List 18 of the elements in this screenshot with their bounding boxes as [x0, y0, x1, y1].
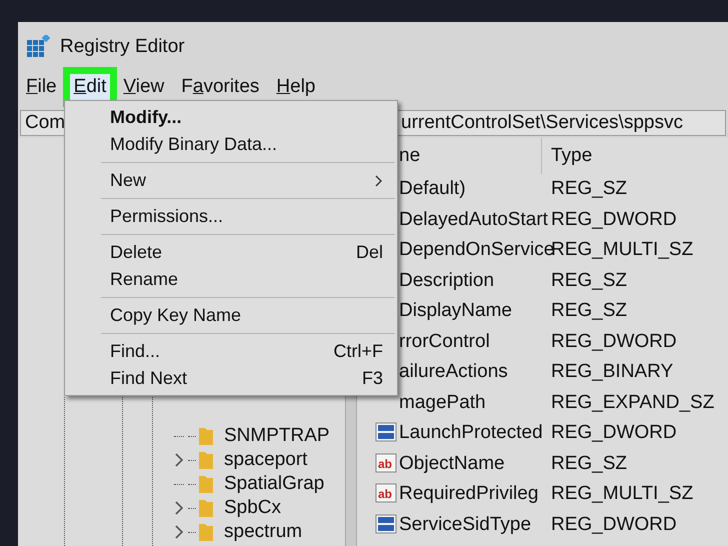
value-type: REG_SZ — [550, 299, 628, 323]
shortcut-text: Ctrl+F — [334, 340, 383, 363]
value-type: REG_SZ — [550, 268, 628, 292]
window-title: Registry Editor — [60, 34, 185, 59]
value-type: REG_BINARY — [550, 360, 674, 384]
value-type: REG_MULTI_SZ — [550, 482, 694, 506]
value-type: REG_DWORD — [550, 330, 677, 354]
value-type: REG_SZ — [550, 452, 628, 476]
address-text: Com — [25, 112, 66, 133]
value-type: REG_DWORD — [550, 512, 677, 536]
value-type: REG_EXPAND_SZ — [550, 390, 714, 414]
shortcut-text: F3 — [362, 367, 383, 390]
address-text: urrentControlSet\Services\sppsvc — [401, 110, 683, 135]
string-value-icon: ab — [375, 452, 397, 475]
shortcut-text: Del — [356, 241, 383, 264]
value-type: REG_SZ — [550, 177, 628, 201]
string-value-icon: ab — [375, 483, 397, 506]
value-type: REG_DWORD — [550, 421, 677, 445]
